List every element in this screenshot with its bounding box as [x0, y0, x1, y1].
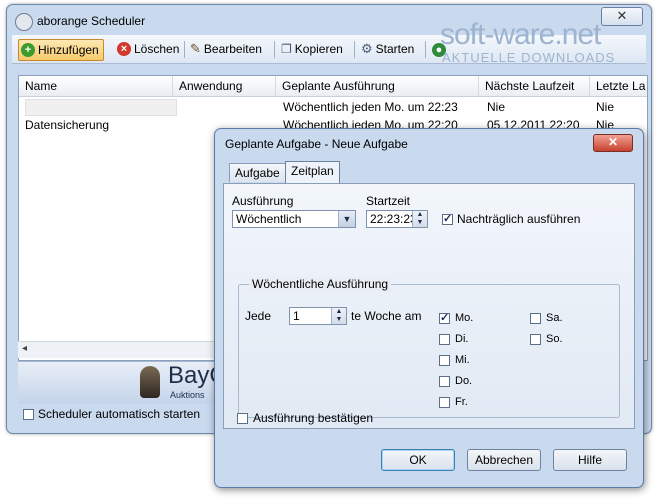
day-so-box[interactable] [530, 333, 541, 345]
bestaetigen-checkbox[interactable]: Ausführung bestätigen [237, 411, 373, 425]
day-di-box[interactable] [439, 333, 450, 345]
tab-aufgabe[interactable]: Aufgabe [229, 163, 286, 182]
bestaetigen-label: Ausführung bestätigen [253, 411, 374, 425]
day-di-checkbox[interactable]: Di. [439, 333, 468, 345]
day-so-label: So. [546, 333, 563, 345]
watermark-subtitle: AKTUELLE DOWNLOADS [442, 50, 616, 65]
promo-banner[interactable]: BayC Auktions [18, 361, 228, 404]
add-button[interactable]: + Hinzufügen [18, 39, 104, 61]
banner-subtitle: Auktions [170, 390, 205, 400]
new-task-dialog: Geplante Aufgabe - Neue Aufgabe ✕ Aufgab… [214, 128, 644, 488]
nachtraeglich-checkbox[interactable]: Nachträglich ausführen [442, 212, 580, 226]
startzeit-input[interactable]: 22:23:23 ▲ ▼ [366, 210, 428, 228]
list-header: Name Anwendung Geplante Ausführung Nächs… [19, 76, 647, 97]
app-gear-icon [15, 13, 33, 31]
main-close-button[interactable]: ✕ [601, 7, 643, 26]
row-app-cell [179, 99, 269, 116]
column-header-schedule[interactable]: Geplante Ausführung [276, 76, 479, 96]
day-di-label: Di. [455, 333, 469, 345]
table-row[interactable]: Wöchentlich jeden Mo. um 22:23 Nie Nie [19, 98, 647, 116]
weekly-group-label: Wöchentliche Ausführung [249, 277, 392, 291]
startzeit-value: 22:23:23 [370, 212, 417, 226]
toolbar-separator [354, 41, 355, 58]
day-mi-label: Mi. [455, 354, 470, 366]
horizontal-scrollbar[interactable]: ◂ [18, 341, 228, 358]
start-button-label: Starten [375, 42, 415, 56]
chevron-down-icon[interactable]: ▼ [338, 211, 355, 227]
start-button[interactable]: ⚙ Starten [359, 39, 418, 59]
zeitplan-panel: Ausführung Wöchentlich ▼ Startzeit 22:23… [223, 183, 635, 429]
add-button-label: Hinzufügen [38, 43, 99, 57]
ausfuehrung-dropdown[interactable]: Wöchentlich ▼ [232, 210, 356, 228]
day-do-label: Do. [455, 375, 473, 387]
toolbar-separator [274, 41, 275, 58]
day-sa-label: Sa. [546, 312, 563, 324]
day-mo-checkbox[interactable]: Mo. [439, 311, 474, 324]
row-next-cell: Nie [487, 100, 506, 114]
copy-button-label: Kopieren [294, 42, 343, 56]
edit-button[interactable]: ✎ Bearbeiten [188, 39, 266, 59]
weeks-spinner-icon[interactable]: ▲ ▼ [331, 308, 346, 324]
copy-button[interactable]: ❐ Kopieren [279, 39, 347, 59]
bestaetigen-box[interactable] [237, 412, 248, 424]
delete-button[interactable]: × Löschen [115, 39, 183, 59]
auto-start-checkbox[interactable]: Scheduler automatisch starten [23, 407, 200, 421]
dialog-title: Geplante Aufgabe - Neue Aufgabe [225, 137, 408, 151]
startzeit-label: Startzeit [366, 194, 411, 208]
day-mo-label: Mo. [455, 312, 474, 324]
weeks-interval-input[interactable]: 1 ▲ ▼ [289, 307, 347, 325]
day-do-checkbox[interactable]: Do. [439, 375, 472, 387]
column-header-last[interactable]: Letzte La [590, 76, 653, 96]
scroll-left-icon[interactable]: ◂ [22, 343, 27, 354]
help-button[interactable]: Hilfe [553, 449, 627, 471]
row-name-cell [25, 99, 177, 116]
toolbar-separator [184, 41, 185, 58]
window-title: aborange Scheduler [37, 14, 146, 28]
nachtraeglich-label: Nachträglich ausführen [457, 212, 581, 226]
toolbar-separator [425, 41, 426, 58]
watermark-logo: soft-ware.net [440, 18, 601, 51]
day-sa-box[interactable] [530, 312, 541, 324]
row-last-cell: Nie [596, 100, 615, 114]
day-mo-box[interactable] [439, 311, 450, 324]
ausfuehrung-value: Wöchentlich [236, 212, 302, 226]
row-schedule-cell: Wöchentlich jeden Mo. um 22:23 [283, 100, 458, 114]
ausfuehrung-label: Ausführung [232, 194, 294, 208]
edit-icon: ✎ [190, 41, 201, 56]
day-so-checkbox[interactable]: So. [530, 333, 563, 345]
day-mi-checkbox[interactable]: Mi. [439, 354, 470, 366]
dialog-close-button[interactable]: ✕ [593, 134, 633, 152]
weekly-group: Wöchentliche Ausführung Jede 1 ▲ ▼ te Woc… [238, 277, 620, 418]
ok-button[interactable]: OK [381, 449, 455, 471]
edit-button-label: Bearbeiten [203, 42, 262, 56]
day-do-box[interactable] [439, 375, 450, 387]
auto-start-label: Scheduler automatisch starten [38, 407, 201, 421]
day-fr-label: Fr. [455, 396, 468, 408]
column-header-name[interactable]: Name [19, 76, 173, 96]
day-sa-checkbox[interactable]: Sa. [530, 312, 563, 324]
woche-label: te Woche am [351, 309, 422, 323]
day-fr-box[interactable] [439, 396, 450, 408]
cancel-button[interactable]: Abbrechen [467, 449, 541, 471]
column-header-next[interactable]: Nächste Laufzeit [479, 76, 590, 96]
jede-label: Jede [245, 309, 272, 323]
mascot-icon [140, 366, 160, 398]
auto-start-box[interactable] [23, 408, 34, 420]
column-header-app[interactable]: Anwendung [173, 76, 276, 96]
startzeit-spinner-icon[interactable]: ▲ ▼ [412, 211, 427, 227]
add-icon: + [21, 43, 35, 57]
day-mi-box[interactable] [439, 354, 450, 366]
day-fr-checkbox[interactable]: Fr. [439, 396, 468, 408]
copy-icon: ❐ [281, 42, 292, 56]
delete-icon: × [117, 42, 131, 56]
row-name-cell: Datensicherung [25, 118, 110, 132]
tab-zeitplan[interactable]: Zeitplan [285, 161, 340, 183]
start-icon: ⚙ [361, 41, 373, 56]
weeks-interval-value: 1 [293, 309, 300, 323]
nachtraeglich-box[interactable] [442, 212, 453, 225]
delete-button-label: Löschen [134, 42, 180, 56]
